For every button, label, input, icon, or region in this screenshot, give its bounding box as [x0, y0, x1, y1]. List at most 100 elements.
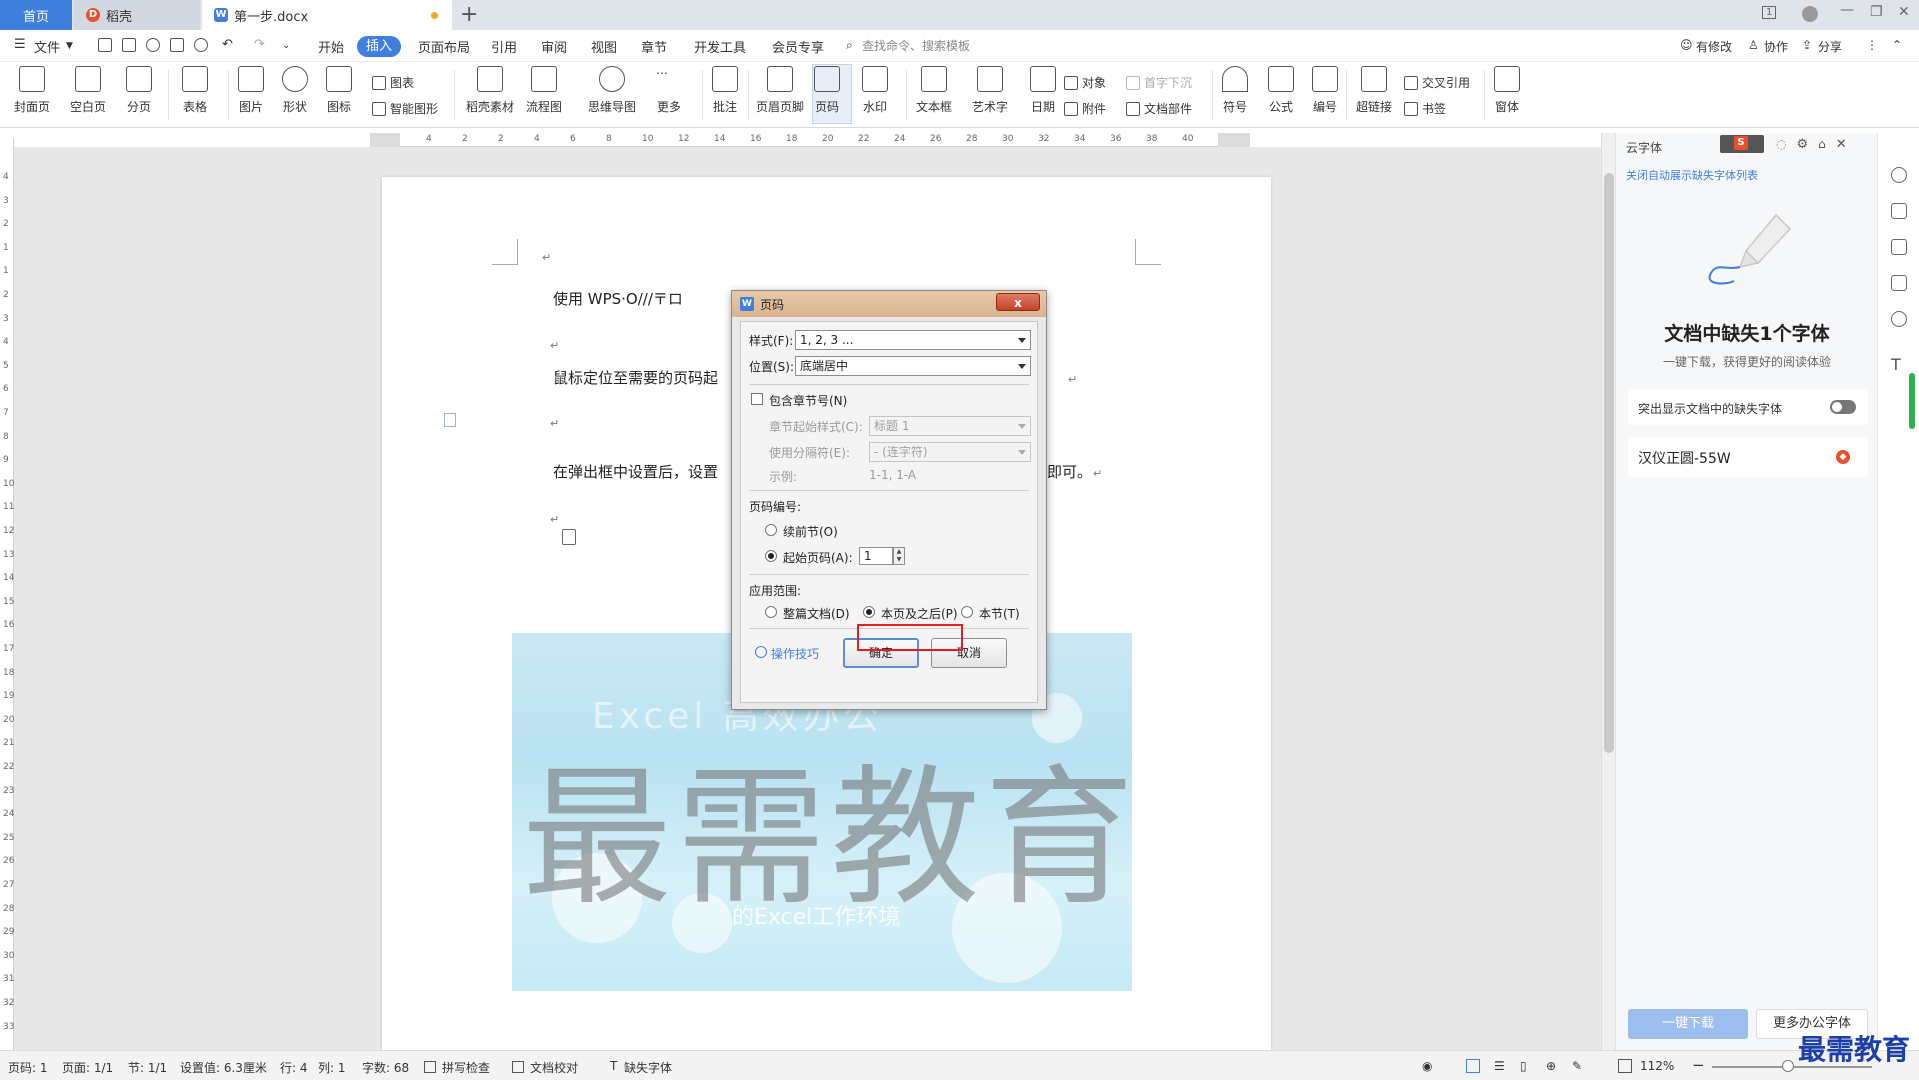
menu-insert[interactable]: 插入: [357, 36, 401, 57]
vertical-scrollbar[interactable]: [1601, 133, 1615, 1050]
one-click-download-button[interactable]: 一键下载: [1628, 1009, 1748, 1039]
print-icon[interactable]: [170, 38, 184, 52]
this-section-radio[interactable]: [961, 606, 973, 618]
comment-button[interactable]: 批注: [712, 66, 738, 115]
paste-options-icon[interactable]: [444, 413, 456, 427]
quick-access-more-icon[interactable]: ⌄: [282, 40, 290, 51]
chat-icon[interactable]: ◌: [1776, 137, 1786, 151]
textbox-button[interactable]: 文本框: [916, 66, 952, 115]
icon-button[interactable]: 图标: [326, 66, 352, 115]
save-icon[interactable]: [122, 38, 136, 52]
tab-daoke[interactable]: D 稻壳: [74, 0, 200, 30]
wordart-button[interactable]: 艺术字: [972, 66, 1008, 115]
more-button[interactable]: ⋯ 更多: [656, 66, 682, 115]
menu-devtools[interactable]: 开发工具: [694, 37, 746, 56]
menu-start[interactable]: 开始: [318, 37, 344, 56]
attachment-button[interactable]: 附件: [1064, 100, 1106, 117]
undo-icon[interactable]: ↶: [222, 37, 233, 52]
chapter-style-select[interactable]: 标题 1: [869, 416, 1031, 436]
format-painter-icon[interactable]: [146, 38, 160, 52]
symbol-button[interactable]: 符号: [1222, 66, 1248, 115]
tab-home[interactable]: 首页: [0, 0, 72, 30]
status-words[interactable]: 字数: 68: [362, 1059, 409, 1076]
help-icon[interactable]: [1891, 311, 1907, 327]
smartart-button[interactable]: 智能图形: [372, 100, 438, 117]
dialog-title-bar[interactable]: W 页码 x: [732, 291, 1046, 317]
font-t-icon[interactable]: T: [1891, 355, 1907, 374]
scrollbar-thumb[interactable]: [1604, 173, 1614, 753]
blank-page-button[interactable]: 空白页: [70, 66, 106, 115]
whole-doc-radio[interactable]: [765, 606, 777, 618]
paragraph-2[interactable]: 鼠标定位至需要的页码起: [553, 367, 718, 388]
zoom-level[interactable]: 112%: [1640, 1059, 1674, 1073]
include-chapter-checkbox[interactable]: [751, 393, 763, 405]
cover-page-button[interactable]: 封面页: [14, 66, 50, 115]
outline-view-icon[interactable]: ☰: [1494, 1059, 1505, 1073]
write-mode-icon[interactable]: ✎: [1572, 1059, 1582, 1073]
adjust-sliders-icon[interactable]: [1891, 275, 1907, 291]
page-number-button[interactable]: 页码: [814, 66, 840, 115]
dialog-close-button[interactable]: x: [996, 293, 1040, 311]
continue-radio[interactable]: [765, 524, 777, 536]
collapse-ribbon-icon[interactable]: ⌃: [1892, 38, 1902, 52]
fit-page-icon[interactable]: [1618, 1059, 1632, 1073]
pin-icon[interactable]: ⌂: [1818, 137, 1826, 151]
paragraph-3-tail[interactable]: 即可。: [1047, 461, 1092, 482]
tab-document[interactable]: W 第一步.docx: [202, 0, 452, 30]
status-section[interactable]: 节: 1/1: [128, 1059, 167, 1076]
highlight-missing-font-toggle[interactable]: [1830, 400, 1856, 414]
select-cursor-icon[interactable]: [1891, 239, 1907, 255]
menu-reference[interactable]: 引用: [491, 37, 517, 56]
chart-button[interactable]: 图表: [372, 74, 414, 91]
dropcap-button[interactable]: 首字下沉: [1126, 74, 1192, 91]
hyperlink-button[interactable]: 超链接: [1356, 66, 1392, 115]
doc-proof-button[interactable]: 文档校对: [530, 1059, 578, 1076]
start-page-input[interactable]: 1: [859, 547, 893, 565]
spell-check-button[interactable]: 拼写检查: [442, 1059, 490, 1076]
status-pages[interactable]: 页面: 1/1: [62, 1059, 113, 1076]
date-button[interactable]: 日期: [1030, 66, 1056, 115]
shape-button[interactable]: 形状: [282, 66, 308, 115]
horizontal-ruler[interactable]: 642246810121416182022242628303234363840: [370, 133, 1250, 147]
print-preview-icon[interactable]: [194, 38, 208, 52]
new-doc-icon[interactable]: [98, 38, 112, 52]
numbering-button[interactable]: 编号: [1312, 66, 1338, 115]
reading-view-icon[interactable]: ▯: [1520, 1059, 1527, 1073]
hamburger-icon[interactable]: ☰: [14, 37, 26, 52]
start-page-spinner[interactable]: ▲ ▼: [893, 547, 905, 565]
missing-font-button[interactable]: 缺失字体: [624, 1059, 672, 1076]
menu-member[interactable]: 会员专享: [772, 37, 824, 56]
menu-layout[interactable]: 页面布局: [418, 37, 470, 56]
page-view-icon[interactable]: [1466, 1059, 1480, 1073]
collab-button[interactable]: 协作: [1764, 38, 1788, 55]
download-font-icon[interactable]: ◆: [1836, 450, 1850, 464]
paragraph-1[interactable]: 使用 WPS·O///〒ロ: [553, 288, 683, 309]
menu-review[interactable]: 审阅: [541, 37, 567, 56]
vertical-ruler[interactable]: 4 3 2 1 1 2 3 4 5 6 7 8 9 10 11 12 13 14 15 16 17 18 19 20 21 22 2…: [0, 138, 14, 1050]
close-panel-icon[interactable]: ✕: [1836, 137, 1847, 152]
zoom-slider-knob[interactable]: [1782, 1060, 1794, 1072]
more-menu-icon[interactable]: ⋮: [1866, 38, 1878, 52]
settings-gear-icon[interactable]: ⚙: [1796, 137, 1808, 152]
picture-button[interactable]: 图片: [238, 66, 264, 115]
page-break-button[interactable]: 分页: [126, 66, 152, 115]
redo-icon[interactable]: ↷: [254, 37, 265, 52]
menu-file[interactable]: 文件: [34, 37, 60, 56]
watermark-button[interactable]: 水印: [862, 66, 888, 115]
crossref-button[interactable]: 交叉引用: [1404, 74, 1470, 91]
add-tab-icon[interactable]: +: [460, 2, 478, 27]
window-count-badge[interactable]: 1: [1762, 6, 1777, 19]
this-page-after-radio[interactable]: [863, 606, 875, 618]
cloud-font-dropdown[interactable]: 云字体: [1626, 139, 1662, 156]
bookmark-button[interactable]: 书签: [1404, 100, 1446, 117]
menu-chapter[interactable]: 章节: [641, 37, 667, 56]
object-button[interactable]: 对象: [1064, 74, 1106, 91]
close-window-icon[interactable]: ✕: [1898, 4, 1910, 20]
docparts-button[interactable]: 文档部件: [1126, 100, 1192, 117]
wps-sogou-logo-icon[interactable]: [1720, 135, 1764, 153]
avatar[interactable]: [1802, 6, 1818, 22]
header-footer-button[interactable]: 页眉页脚: [756, 66, 804, 115]
missing-font-item[interactable]: 汉仪正圆-55W ◆: [1628, 437, 1868, 477]
share-button[interactable]: 分享: [1818, 38, 1842, 55]
web-view-icon[interactable]: ⊕: [1546, 1059, 1556, 1073]
